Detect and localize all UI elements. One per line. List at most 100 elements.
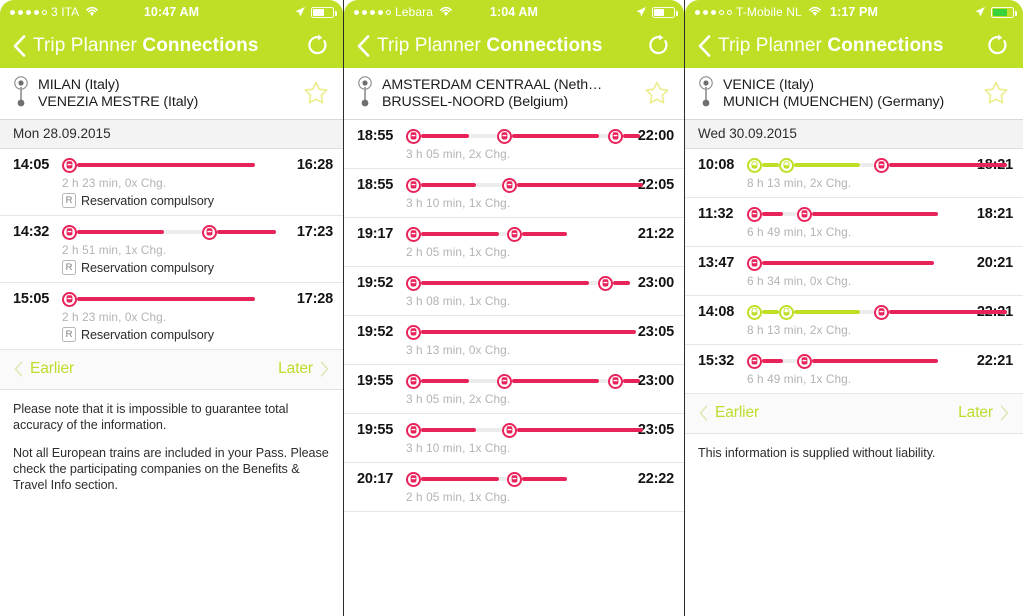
segment-mode-icon bbox=[406, 324, 421, 340]
segment-mode-icon bbox=[62, 291, 77, 307]
connection-duration-changes: 2 h 23 min, 0x Chg. bbox=[62, 310, 167, 324]
connection-duration-changes: 2 h 23 min, 0x Chg. bbox=[62, 176, 167, 190]
star-outline-icon[interactable] bbox=[983, 80, 1009, 106]
connection-times: 19:55 23:00 bbox=[357, 372, 674, 390]
pager-row: Earlier Later bbox=[685, 394, 1023, 434]
later-button[interactable]: Later bbox=[278, 360, 329, 378]
chevron-left-icon[interactable] bbox=[357, 35, 370, 57]
segment-change-icon bbox=[874, 304, 889, 320]
train-glyph-icon bbox=[801, 357, 808, 365]
segment-line bbox=[623, 379, 640, 383]
connection-times: 18:55 22:05 bbox=[357, 176, 674, 194]
connection-row[interactable]: 14:05 16:28 2 h 23 min, 0x Chg. R Reservatio… bbox=[0, 149, 343, 216]
connection-times: 18:55 22:00 bbox=[357, 127, 674, 145]
travel-date-bar: Wed 30.09.2015 bbox=[685, 120, 1023, 149]
segment-line bbox=[812, 359, 938, 363]
nav-bar: Trip Planner Connections bbox=[344, 24, 684, 68]
page-title: Connections bbox=[827, 35, 944, 56]
connection-times: 11:32 18:21 bbox=[698, 205, 1013, 223]
connection-row[interactable]: 13:47 20:21 6 h 34 min, 0x Chg. bbox=[685, 247, 1023, 296]
connection-row[interactable]: 10:0818:21 8 h 13 min, 2x Chg. bbox=[685, 149, 1023, 198]
phone-screen-1: 3 ITA 10:47 AM Trip Planner Connections MIL… bbox=[0, 0, 343, 616]
connection-row[interactable]: 14:0822:21 8 h 13 min, 2x Chg. bbox=[685, 296, 1023, 345]
signal-dot bbox=[727, 9, 732, 15]
segment-line bbox=[762, 163, 779, 167]
carrier-name: T-Mobile NL bbox=[736, 5, 802, 19]
connection-row[interactable]: 15:05 17:28 2 h 23 min, 0x Chg. R Reservatio… bbox=[0, 283, 343, 350]
connection-row[interactable]: 15:32 22:21 6 h 49 min, 1x Chg. bbox=[685, 345, 1023, 394]
route-pin-icon bbox=[699, 76, 713, 107]
segment-transfer-gap bbox=[499, 477, 507, 481]
segment-line bbox=[421, 232, 499, 236]
segment-line bbox=[421, 281, 589, 285]
segment-line bbox=[512, 379, 599, 383]
connection-duration-changes: 3 h 10 min, 1x Chg. bbox=[406, 441, 511, 455]
wifi-icon bbox=[86, 6, 99, 16]
departure-time: 15:32 bbox=[698, 353, 735, 369]
departure-time: 19:55 bbox=[357, 373, 394, 389]
reservation-badge-icon: R bbox=[62, 327, 76, 342]
train-glyph-icon bbox=[410, 377, 417, 385]
connection-row[interactable]: 19:55 23:00 3 h 05 min, 2x Chg. bbox=[344, 365, 684, 414]
reservation-label: Reservation compulsory bbox=[81, 260, 214, 275]
segment-change-icon bbox=[502, 177, 517, 193]
disclaimer-text: This information is supplied without lia… bbox=[698, 446, 936, 460]
earlier-button[interactable]: Earlier bbox=[699, 404, 759, 422]
route-header: VENICE (Italy) MUNICH (MUENCHEN) (Germany… bbox=[685, 68, 1023, 120]
segment-change-icon bbox=[507, 226, 522, 242]
connection-row[interactable]: 18:55 22:05 3 h 10 min, 1x Chg. bbox=[344, 169, 684, 218]
refresh-icon[interactable] bbox=[306, 34, 330, 58]
segment-change-icon bbox=[497, 128, 512, 144]
connection-row[interactable]: 19:17 21:22 2 h 05 min, 1x Chg. bbox=[344, 218, 684, 267]
route-text-group: AMSTERDAM CENTRAAL (Neth… BRUSSEL-NOORD (… bbox=[382, 77, 638, 110]
route-pin-icon bbox=[358, 76, 372, 107]
journey-segment-bar bbox=[62, 223, 280, 241]
connection-row[interactable]: 19:55 23:05 3 h 10 min, 1x Chg. bbox=[344, 414, 684, 463]
refresh-icon[interactable] bbox=[986, 34, 1010, 58]
bus-glyph-icon bbox=[783, 308, 790, 316]
connection-row[interactable]: 18:55 22:00 3 h 05 min, 2x Chg. bbox=[344, 120, 684, 169]
back-label[interactable]: Trip Planner bbox=[718, 35, 822, 56]
connection-row[interactable]: 19:52 23:05 3 h 13 min, 0x Chg. bbox=[344, 316, 684, 365]
signal-dot bbox=[18, 9, 23, 15]
connection-row[interactable]: 14:32 17:23 2 h 51 min, 1x Chg. R Reservatio… bbox=[0, 216, 343, 283]
travel-date-bar: Mon 28.09.2015 bbox=[0, 120, 343, 149]
chevron-left-icon[interactable] bbox=[13, 35, 26, 57]
later-button[interactable]: Later bbox=[958, 404, 1009, 422]
route-text-group: MILAN (Italy) VENEZIA MESTRE (Italy) bbox=[38, 77, 297, 110]
connection-row[interactable]: 11:32 18:21 6 h 49 min, 1x Chg. bbox=[685, 198, 1023, 247]
train-glyph-icon bbox=[501, 132, 508, 140]
train-glyph-icon bbox=[506, 181, 513, 189]
chevron-left-icon[interactable] bbox=[698, 35, 711, 57]
train-glyph-icon bbox=[410, 475, 417, 483]
battery-icon bbox=[652, 6, 678, 18]
star-outline-icon[interactable] bbox=[644, 80, 670, 106]
connection-times: 19:55 23:05 bbox=[357, 421, 674, 439]
status-carrier-group: T-Mobile NL bbox=[685, 3, 822, 21]
segment-line bbox=[217, 230, 276, 234]
segment-transfer-gap bbox=[783, 359, 797, 363]
segment-line bbox=[77, 297, 255, 301]
status-bar: 3 ITA 10:47 AM bbox=[0, 0, 343, 24]
connection-row[interactable]: 19:52 23:00 3 h 08 min, 1x Chg. bbox=[344, 267, 684, 316]
segment-mode-icon bbox=[62, 157, 77, 173]
connection-row[interactable]: 20:17 22:22 2 h 05 min, 1x Chg. bbox=[344, 463, 684, 512]
back-label[interactable]: Trip Planner bbox=[33, 35, 137, 56]
refresh-icon[interactable] bbox=[647, 34, 671, 58]
signal-dot bbox=[362, 9, 367, 15]
segment-mode-icon bbox=[406, 471, 421, 487]
train-glyph-icon bbox=[751, 259, 758, 267]
segment-mode-icon bbox=[747, 353, 762, 369]
signal-dot bbox=[703, 9, 708, 15]
segment-mode-icon bbox=[779, 157, 794, 173]
back-label[interactable]: Trip Planner bbox=[377, 35, 481, 56]
segment-transfer-gap bbox=[860, 163, 874, 167]
status-right-group bbox=[635, 6, 684, 18]
disclaimer-block: Please note that it is impossible to gua… bbox=[0, 390, 343, 493]
reservation-label: Reservation compulsory bbox=[81, 193, 214, 208]
pager-row: Earlier Later bbox=[0, 350, 343, 390]
earlier-button[interactable]: Earlier bbox=[14, 360, 74, 378]
star-outline-icon[interactable] bbox=[303, 80, 329, 106]
route-origin: MILAN (Italy) bbox=[38, 76, 120, 93]
train-glyph-icon bbox=[410, 230, 417, 238]
